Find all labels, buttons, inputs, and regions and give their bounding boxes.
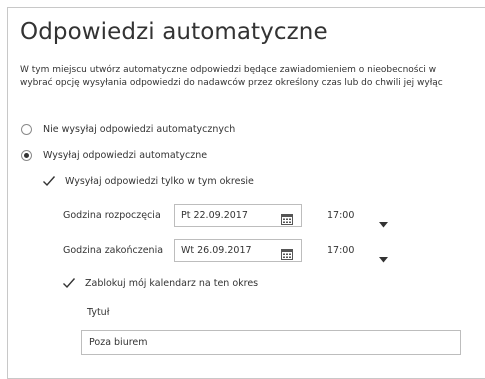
start-time-value: 17:00	[327, 210, 355, 221]
calendar-icon[interactable]	[281, 210, 293, 225]
radio-row-no-auto-replies[interactable]: Nie wysyłaj odpowiedzi automatycznych	[21, 124, 235, 135]
chevron-down-icon	[379, 248, 388, 262]
end-date-field[interactable]: Wt 26.09.2017	[174, 239, 302, 262]
radio-no-auto-replies[interactable]	[21, 124, 32, 135]
checkbox-row-block-calendar[interactable]: Zablokuj mój kalendarz na ten okres	[62, 276, 258, 290]
title-input[interactable]: Poza biurem	[81, 330, 461, 355]
end-time-select[interactable]: 17:00	[321, 239, 396, 262]
radio-no-auto-replies-label: Nie wysyłaj odpowiedzi automatycznych	[43, 124, 236, 135]
start-date-value: Pt 22.09.2017	[181, 210, 248, 221]
chevron-down-icon	[379, 213, 388, 227]
title-field-label: Tytuł	[87, 307, 110, 318]
start-time-label: Godzina rozpoczęcia	[63, 210, 161, 221]
end-date-value: Wt 26.09.2017	[181, 245, 252, 256]
auto-replies-panel	[7, 7, 485, 379]
start-date-field[interactable]: Pt 22.09.2017	[174, 204, 302, 227]
description-line-1: W tym miejscu utwórz automatyczne odpowi…	[20, 65, 437, 75]
checkmark-icon[interactable]	[62, 276, 76, 290]
radio-send-auto-replies-label: Wysyłaj odpowiedzi automatyczne	[43, 150, 208, 161]
title-input-value: Poza biurem	[89, 337, 148, 348]
description-line-2: wybrać opcję wysyłania odpowiedzi do nad…	[20, 78, 443, 88]
page-title: Odpowiedzi automatyczne	[20, 19, 328, 45]
calendar-icon[interactable]	[281, 245, 293, 260]
radio-row-send-auto-replies[interactable]: Wysyłaj odpowiedzi automatyczne	[21, 150, 207, 161]
start-time-select[interactable]: 17:00	[321, 204, 396, 227]
checkbox-block-calendar-label: Zablokuj mój kalendarz na ten okres	[85, 277, 259, 289]
radio-send-auto-replies[interactable]	[21, 150, 32, 161]
checkmark-icon[interactable]	[42, 174, 56, 188]
checkbox-only-in-period-label: Wysyłaj odpowiedzi tylko w tym okresie	[65, 175, 254, 187]
end-time-label: Godzina zakończenia	[63, 245, 164, 256]
page-description: W tym miejscu utwórz automatyczne odpowi…	[20, 64, 443, 90]
end-time-value: 17:00	[327, 245, 355, 256]
checkbox-row-only-in-period[interactable]: Wysyłaj odpowiedzi tylko w tym okresie	[42, 174, 254, 188]
